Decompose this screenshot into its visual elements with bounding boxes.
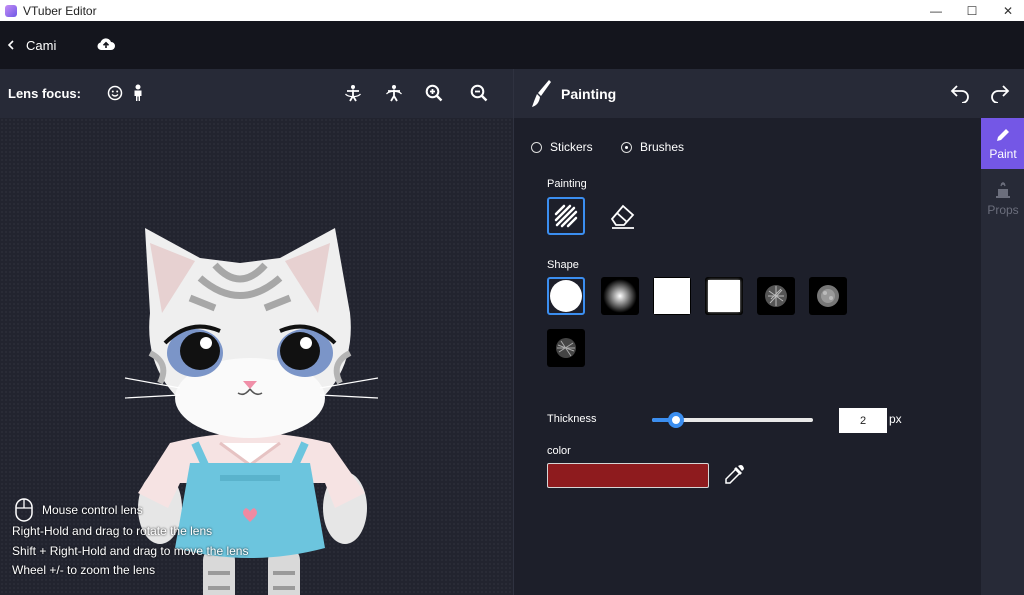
face-icon (107, 85, 123, 101)
back-button[interactable]: Cami (6, 38, 56, 53)
shape-hard-circle[interactable] (547, 277, 585, 315)
lens-toolbar: Lens focus: (0, 69, 513, 118)
eraser-icon (610, 204, 635, 229)
window-titlebar: VTuber Editor — ☐ ✕ (0, 0, 1024, 21)
zoom-in-button[interactable] (424, 83, 444, 103)
brush-tool-button[interactable] (547, 197, 585, 235)
paintbrush-icon (532, 80, 551, 107)
lens-panel: Lens focus: Mouse control lens Right-Hol… (0, 69, 513, 595)
shape-hard-square[interactable] (653, 277, 691, 315)
tab-props-label: Props (987, 202, 1019, 217)
thickness-unit: px (889, 412, 902, 426)
close-button[interactable]: ✕ (990, 0, 1024, 21)
painting-panel: Painting Stickers Brushes Painting Shape (513, 69, 1024, 595)
minimize-button[interactable]: — (918, 0, 954, 21)
maximize-button[interactable]: ☐ (954, 0, 990, 21)
rotate-right-button[interactable] (384, 83, 404, 103)
radio-stickers-indicator (531, 141, 542, 153)
avatar-viewport[interactable]: Mouse control lens Right-Hold and drag t… (0, 118, 513, 595)
shape-label: Shape (547, 259, 579, 271)
painting-title: Painting (561, 86, 617, 102)
radio-brushes-indicator (621, 141, 632, 153)
person-icon (134, 84, 142, 101)
hard-square-icon (654, 278, 690, 314)
shape-texture-1[interactable] (757, 277, 795, 315)
app-logo-icon (5, 4, 17, 17)
chevron-left-icon (7, 40, 14, 50)
thickness-input[interactable] (839, 408, 887, 433)
mouse-control-title: Mouse control lens (42, 503, 143, 517)
radio-stickers[interactable]: Stickers (531, 140, 593, 154)
radio-stickers-label: Stickers (550, 140, 593, 154)
color-label: color (547, 445, 571, 457)
radio-brushes-label: Brushes (640, 140, 685, 154)
texture-brush-icon (765, 285, 787, 307)
painting-tools-label: Painting (547, 178, 587, 190)
zoom-in-icon (425, 84, 443, 102)
painting-header: Painting (514, 69, 1024, 118)
mouse-controls-hint: Mouse control lens Right-Hold and drag t… (12, 498, 249, 581)
hint-rotate: Right-Hold and drag to rotate the lens (12, 524, 213, 538)
hat-icon (996, 181, 1010, 198)
eyedropper-icon[interactable] (723, 464, 745, 486)
soft-circle-icon (603, 279, 637, 313)
rotate-figure-right-icon (386, 85, 402, 102)
zoom-out-icon (470, 84, 488, 102)
shape-soft-circle[interactable] (601, 277, 639, 315)
lens-focus-label: Lens focus: (8, 86, 81, 101)
cloud-upload-icon[interactable] (96, 36, 116, 54)
radio-brushes[interactable]: Brushes (621, 140, 684, 154)
slider-thumb[interactable] (667, 412, 684, 428)
tab-paint[interactable]: Paint (981, 118, 1024, 169)
undo-icon[interactable] (949, 83, 971, 103)
thickness-label: Thickness (547, 413, 597, 425)
hint-move: Shift + Right-Hold and drag to move the … (12, 543, 249, 558)
rotate-left-button[interactable] (343, 83, 363, 103)
hint-zoom: Wheel +/- to zoom the lens (12, 563, 156, 577)
scribble-brush-icon (554, 204, 578, 228)
hard-circle-icon (550, 280, 582, 312)
thickness-slider[interactable] (652, 412, 813, 428)
rotate-figure-left-icon (345, 85, 361, 102)
shape-texture-3[interactable] (547, 329, 585, 367)
redo-icon[interactable] (989, 83, 1011, 103)
avatar-name: Cami (26, 37, 57, 53)
soft-square-icon (708, 280, 740, 312)
tab-props[interactable]: Props (981, 173, 1024, 224)
shape-texture-2[interactable] (809, 277, 847, 315)
focus-body-button[interactable] (128, 83, 148, 103)
side-tabs: Paint Props (981, 118, 1024, 595)
eraser-tool-button[interactable] (603, 197, 641, 235)
color-swatch[interactable] (547, 463, 709, 488)
app-header: Cami (0, 21, 1024, 69)
focus-face-button[interactable] (105, 83, 125, 103)
noise-brush-icon (817, 285, 839, 307)
pencil-icon (997, 128, 1009, 141)
tab-paint-label: Paint (989, 146, 1017, 161)
mouse-icon (15, 498, 33, 522)
zoom-out-button[interactable] (469, 83, 489, 103)
window-title: VTuber Editor (23, 3, 97, 18)
scratch-brush-icon (556, 338, 576, 358)
shape-soft-square[interactable] (705, 277, 743, 315)
